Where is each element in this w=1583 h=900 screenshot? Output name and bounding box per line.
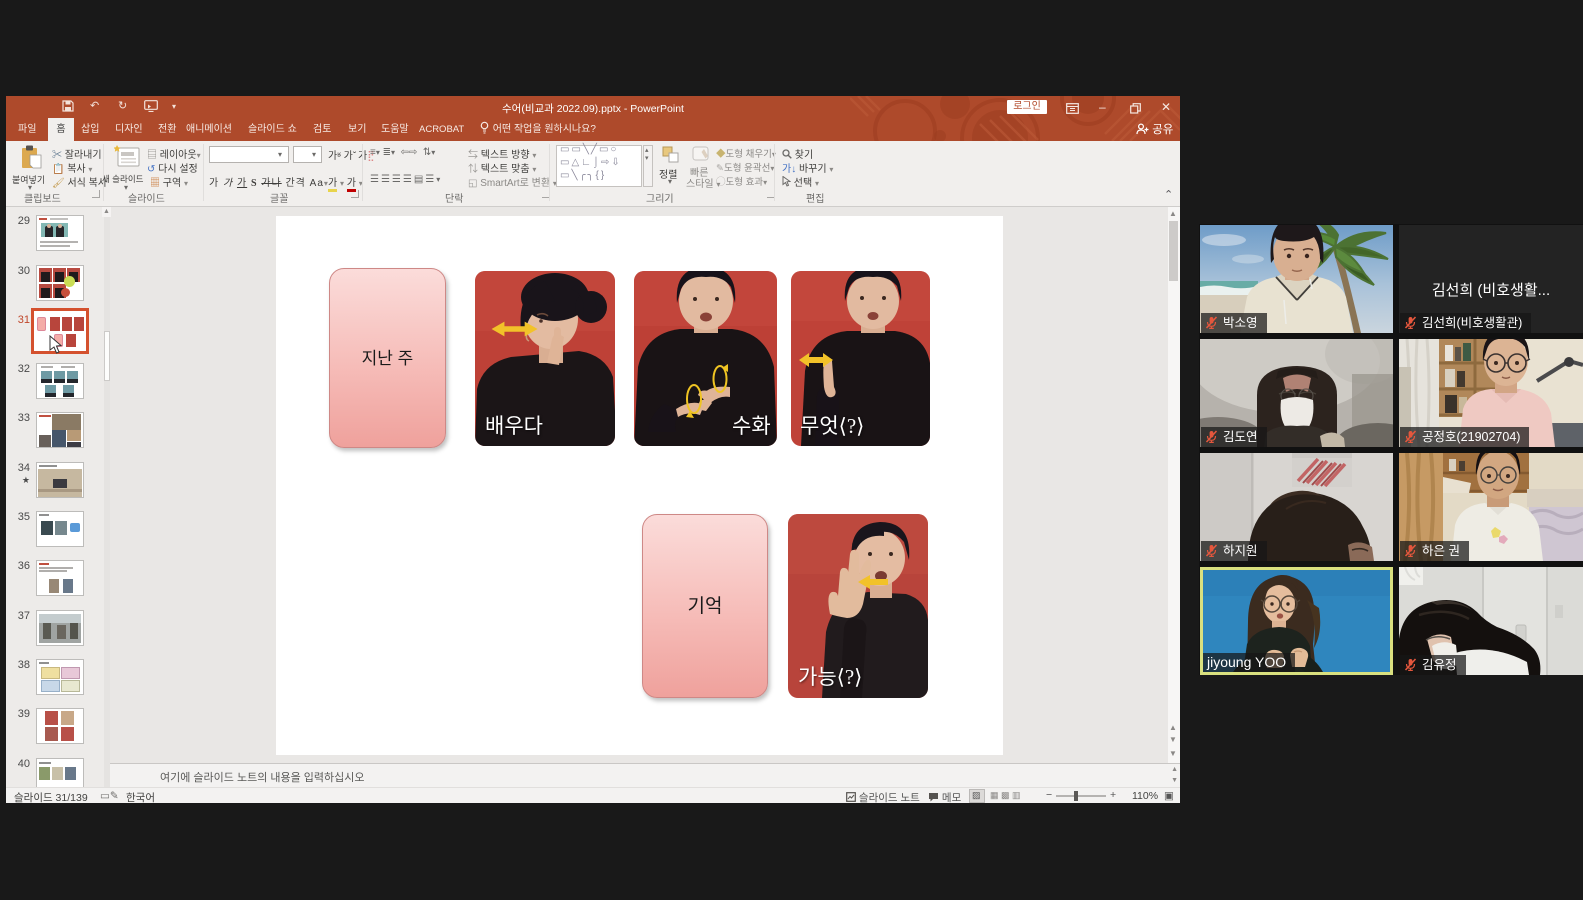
svg-text:배우다: 배우다	[485, 414, 543, 438]
svg-text:무엇⟨?⟩: 무엇⟨?⟩	[800, 414, 864, 438]
svg-text:수화: 수화	[732, 414, 771, 438]
svg-text:가능⟨?⟩: 가능⟨?⟩	[798, 665, 862, 689]
